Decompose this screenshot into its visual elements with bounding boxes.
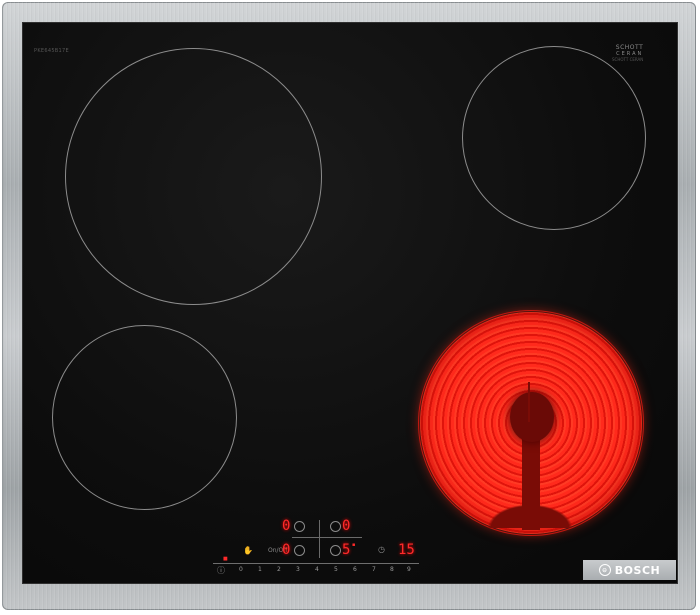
timer-display: 15	[398, 542, 415, 558]
power-level-scale[interactable]: ⓘ 0 1 2 3 4 5 6 7 8 9	[213, 563, 419, 578]
glass-brand-line1: SCHOTT	[615, 44, 644, 51]
model-number: PKE645B17E	[34, 48, 69, 54]
zone-front-right-selector-icon[interactable]	[330, 545, 341, 556]
heating-element-stem	[516, 430, 546, 530]
panel-separator-vertical	[319, 520, 320, 558]
scale-step-6[interactable]: 6	[353, 566, 357, 573]
scale-step-0[interactable]: 0	[239, 566, 243, 573]
zone-front-right-level-display: 5	[342, 542, 351, 558]
zone-front-left-selector-icon[interactable]	[294, 545, 305, 556]
timer-icon[interactable]: ◷	[378, 545, 385, 554]
scale-step-9[interactable]: 9	[407, 566, 411, 573]
power-icon[interactable]: ⓘ	[217, 565, 225, 576]
lock-indicator-dot: ■	[223, 556, 228, 562]
manufacturer-name: BOSCH	[614, 563, 661, 577]
scale-step-7[interactable]: 7	[372, 566, 376, 573]
cooking-zone-rear-right	[462, 46, 646, 230]
scale-step-4[interactable]: 4	[315, 566, 319, 573]
child-lock-icon[interactable]: ✋	[243, 546, 253, 555]
zone-front-left-level-display: 0	[282, 542, 291, 558]
bosch-logo-icon: ⊖	[598, 564, 611, 576]
zone-rear-right-selector-icon[interactable]	[330, 521, 341, 532]
cooking-zone-front-left	[52, 325, 237, 510]
scale-step-5[interactable]: 5	[334, 566, 338, 573]
scale-step-3[interactable]: 3	[296, 566, 300, 573]
cooking-zone-rear-left	[65, 48, 322, 305]
manufacturer-badge: ⊖ BOSCH	[583, 560, 676, 580]
scale-step-8[interactable]: 8	[390, 566, 394, 573]
zone-rear-left-level-display: 0	[282, 518, 291, 534]
heating-element-center	[510, 392, 554, 442]
glass-brand-mark: SCHOTT CERAN SCHOTT CERAN	[612, 44, 643, 62]
zone-rear-right-level-display: 0	[342, 518, 351, 534]
panel-separator-horizontal	[292, 537, 362, 538]
scale-step-2[interactable]: 2	[277, 566, 281, 573]
zone-rear-left-selector-icon[interactable]	[294, 521, 305, 532]
heating-element-line	[528, 382, 530, 422]
scale-step-1[interactable]: 1	[258, 566, 262, 573]
glass-brand-line3: SCHOTT CERAN	[612, 57, 644, 62]
zone-front-right-indicator: ▪	[352, 542, 356, 548]
